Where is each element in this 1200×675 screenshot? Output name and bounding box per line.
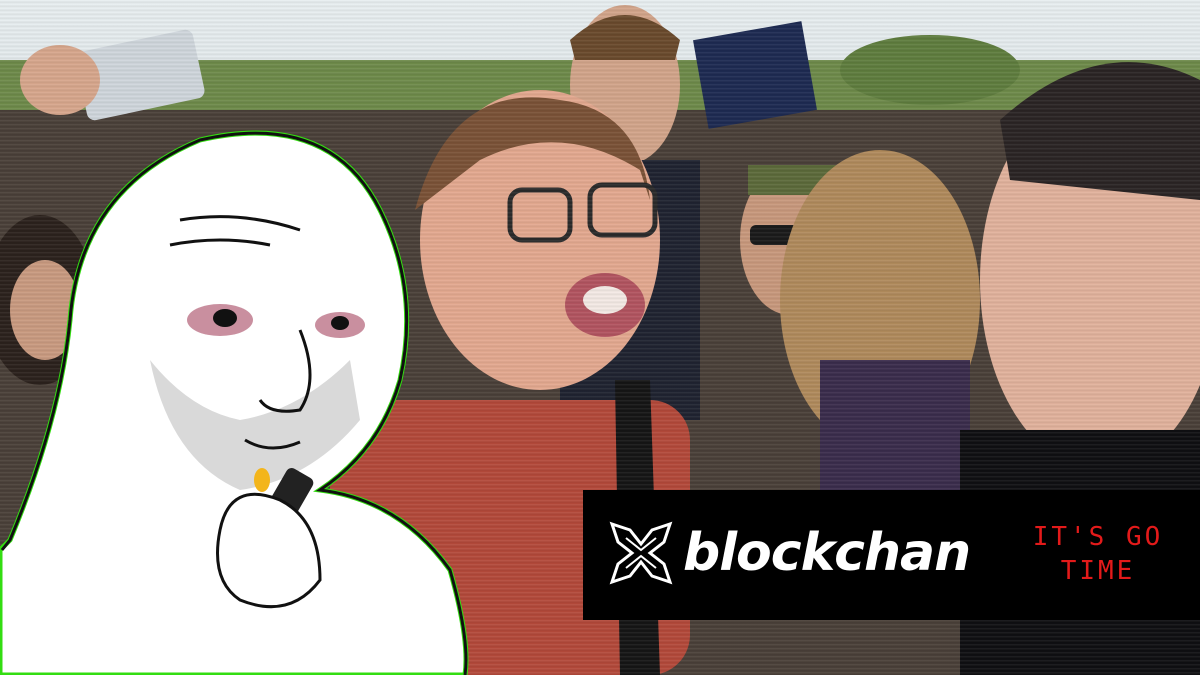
tagline-line-1: IT'S GO xyxy=(1032,522,1164,552)
blockchan-x-logo-icon xyxy=(609,521,673,585)
brand-banner: blockchan IT'S GO TIME xyxy=(583,490,1200,620)
tagline: IT'S GO TIME xyxy=(1003,520,1193,588)
tagline-line-2: TIME xyxy=(1060,556,1136,586)
meme-image: blockchan IT'S GO TIME xyxy=(0,0,1200,675)
brand-name: blockchan xyxy=(683,523,971,583)
wojak-vaping-sticker xyxy=(0,130,469,675)
